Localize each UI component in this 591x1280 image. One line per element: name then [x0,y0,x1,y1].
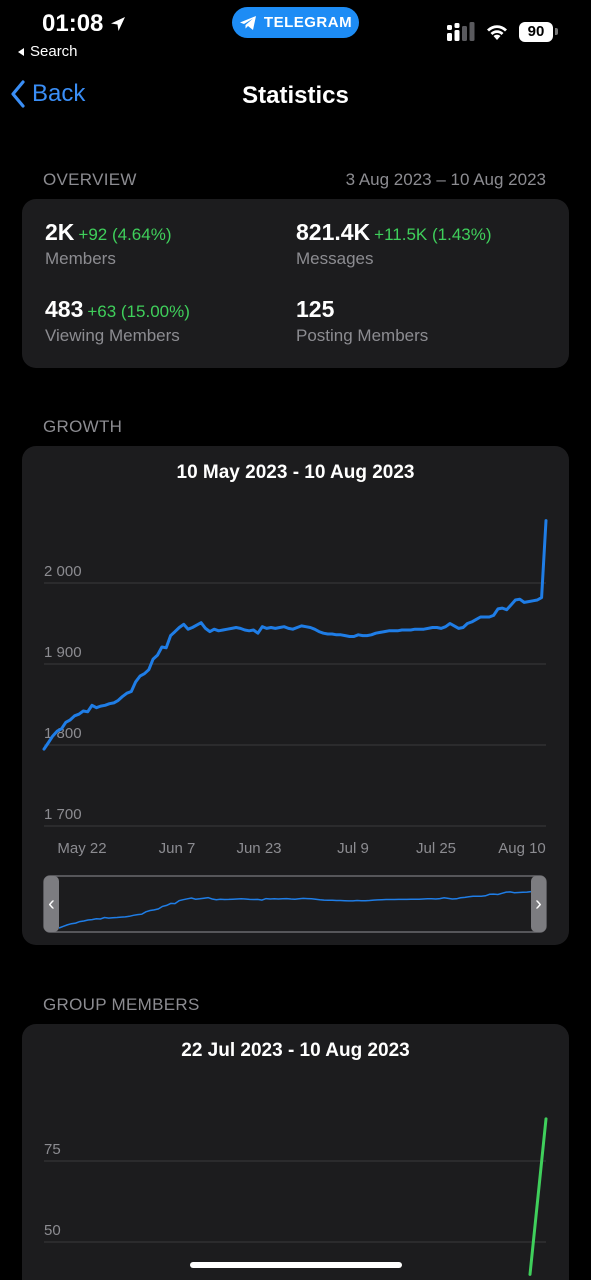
group-members-y-tick-label: 50 [44,1222,61,1239]
growth-x-tick-label: Jul 25 [416,840,456,857]
growth-card: 10 May 2023 - 10 Aug 2023 1 700 1 800 1 90… [22,446,569,945]
group-members-y-tick-label: 75 [44,1141,61,1158]
range-handle-left-glyph: ‹ [48,893,55,915]
status-back-to-app[interactable]: Search [16,43,78,60]
growth-x-tick-label: Jun 7 [159,840,196,857]
growth-x-tick-label: Jun 23 [236,840,281,857]
overview-section-label: OVERVIEW [43,170,137,189]
stat-viewing-members: 483 +63 (15.00%) Viewing Members [45,296,190,346]
status-time: 01:08 [42,10,127,38]
cellular-signal-icon [447,22,475,41]
growth-series-line [42,519,548,751]
page-title: Statistics [242,82,349,109]
telegram-pill[interactable]: TELEGRAM [232,7,359,38]
stat-viewing-delta: +63 (15.00%) [87,302,190,321]
growth-x-tick-label: May 22 [57,840,106,857]
status-time-text: 01:08 [42,10,104,37]
group-members-section-label: GROUP MEMBERS [43,995,200,1014]
growth-y-tick-label: 1 700 [44,806,82,823]
overview-card: 2K +92 (4.64%) Members 821.4K +11.5K (1.43… [22,199,569,368]
back-triangle-icon [18,47,24,56]
home-indicator[interactable] [190,1262,402,1268]
location-arrow-icon [111,17,126,31]
overview-date-range: 3 Aug 2023 – 10 Aug 2023 [345,170,546,189]
stat-posting-value: 125 [296,296,335,322]
growth-y-tick-label: 1 900 [44,644,82,661]
range-selector[interactable]: ‹ › [43,875,547,933]
wifi-icon [487,25,507,40]
stat-messages-delta: +11.5K (1.43%) [374,225,492,244]
telegram-pill-label: TELEGRAM [263,14,353,31]
stat-messages-label: Messages [296,249,374,268]
stat-members-value: 2K [45,219,75,245]
stat-messages: 821.4K +11.5K (1.43%) Messages [296,219,492,269]
stat-messages-value: 821.4K [296,219,371,245]
stat-posting-label: Posting Members [296,326,429,345]
stat-viewing-label: Viewing Members [45,326,180,345]
battery-indicator: 90 [519,22,558,42]
stat-members-label: Members [45,249,116,268]
growth-chart[interactable]: 1 7001 8001 9002 000 May 22 Jun 7 Jun 23 Ju… [22,446,569,945]
status-back-label: Search [30,43,78,60]
growth-x-tick-label: Jul 9 [337,840,369,857]
stat-viewing-value: 483 [45,296,84,322]
growth-y-tick-label: 2 000 [44,563,82,580]
stat-posting-members: 125 Posting Members [296,296,428,346]
group-members-card: 22 Jul 2023 - 10 Aug 2023 50 75 [22,1024,569,1280]
stat-members-delta: +92 (4.64%) [78,225,172,244]
telegram-plane-icon [239,15,256,30]
group-members-chart[interactable]: 50 75 [22,1024,569,1280]
growth-section-label: GROWTH [43,417,123,436]
status-indicators: 90 [447,22,558,42]
growth-x-tick-label: Aug 10 [498,840,546,857]
group-members-series-line [528,1117,548,1276]
range-handle-right[interactable]: › [531,876,546,932]
range-handle-right-glyph: › [535,893,542,915]
stat-members: 2K +92 (4.64%) Members [45,219,172,269]
range-handle-left[interactable]: ‹ [44,876,59,932]
